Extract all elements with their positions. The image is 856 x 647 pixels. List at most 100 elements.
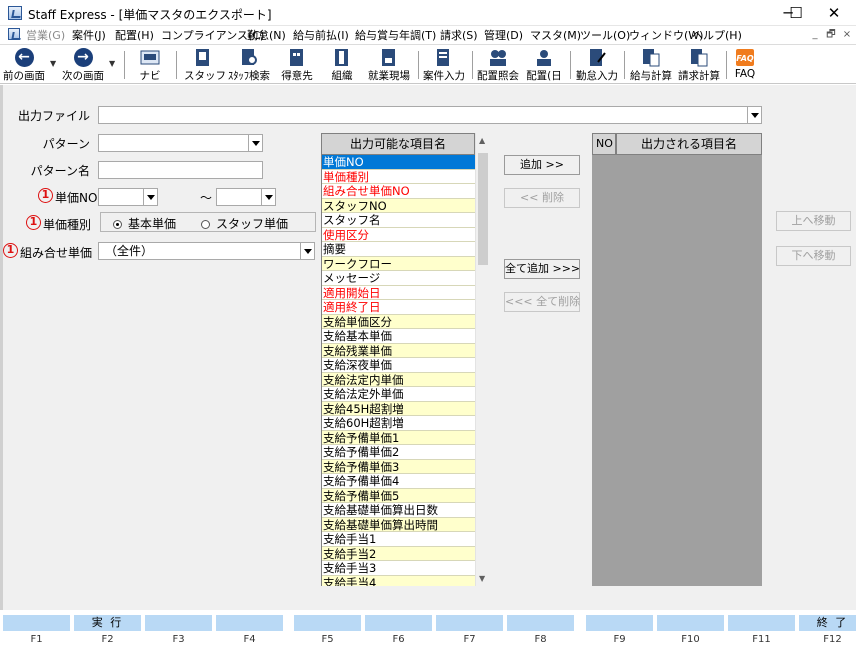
- staff-button[interactable]: スタッフ: [184, 47, 226, 83]
- list-item[interactable]: 支給予備単価5: [322, 488, 475, 503]
- list-item[interactable]: 適用開始日: [322, 286, 475, 300]
- list-item[interactable]: 支給予備単価4: [322, 474, 475, 489]
- fkey-f8-button[interactable]: [506, 614, 575, 632]
- chevron-down-icon[interactable]: [248, 135, 262, 151]
- list-item[interactable]: 支給深夜単価: [322, 358, 475, 373]
- chevron-down-icon[interactable]: [300, 243, 314, 259]
- mdi-document-icon[interactable]: [8, 28, 20, 40]
- fkey-f2-button[interactable]: 実 行: [73, 614, 142, 632]
- list-item[interactable]: 支給基礎単価算出日数: [322, 503, 475, 518]
- fkey-f5-button[interactable]: [293, 614, 362, 632]
- menu-advance-pay[interactable]: 給与前払(I): [293, 27, 349, 43]
- menu-case[interactable]: 案件(J): [72, 27, 106, 43]
- menu-admin[interactable]: 管理(D): [484, 27, 523, 43]
- prev-screen-button[interactable]: ← 前の画面: [2, 47, 46, 83]
- list-item[interactable]: 摘要: [322, 242, 475, 257]
- navi-button[interactable]: ナビ: [132, 47, 168, 83]
- close-button[interactable]: ✕: [812, 0, 856, 26]
- menu-sales[interactable]: 営業(G): [26, 27, 65, 43]
- fkey-f7-button[interactable]: [435, 614, 504, 632]
- client-button[interactable]: 得意先: [278, 47, 316, 83]
- list-item[interactable]: メッセージ: [322, 271, 475, 286]
- payroll-calc-button[interactable]: 給与計算: [628, 47, 674, 83]
- billing-calc-button[interactable]: 請求計算: [676, 47, 722, 83]
- organization-button[interactable]: 組織: [324, 47, 360, 83]
- fkey-f9-button[interactable]: [585, 614, 654, 632]
- move-down-button[interactable]: 下へ移動: [776, 246, 851, 266]
- assign-inquiry-button[interactable]: 配置照会: [476, 47, 520, 83]
- radio-basic-unit[interactable]: 基本単価: [113, 215, 176, 232]
- next-dropdown-icon[interactable]: ▼: [109, 59, 115, 68]
- list-item[interactable]: 支給単価区分: [322, 314, 475, 329]
- unit-no-from-combo[interactable]: [98, 188, 158, 206]
- list-item[interactable]: 組み合せ単価NO: [322, 184, 475, 199]
- list-item[interactable]: ワークフロー: [322, 256, 475, 271]
- add-button[interactable]: 追加 >>: [504, 155, 580, 175]
- list-item[interactable]: 支給60H超割増: [322, 416, 475, 431]
- chevron-down-icon[interactable]: [747, 107, 761, 123]
- radio-staff-unit[interactable]: スタッフ単価: [201, 215, 288, 232]
- menu-attendance[interactable]: 勤怠(N): [247, 27, 286, 43]
- list-item[interactable]: 適用終了日: [322, 300, 475, 315]
- mdi-restore-button[interactable]: 🗗: [824, 29, 838, 42]
- faq-button[interactable]: FAQ FAQ: [730, 47, 760, 83]
- mdi-minimize-button[interactable]: _: [808, 29, 822, 42]
- remove-all-button[interactable]: <<< 全て削除: [504, 292, 580, 312]
- staff-search-button[interactable]: ｽﾀｯﾌ検索: [226, 47, 272, 83]
- list-item[interactable]: 支給手当1: [322, 532, 475, 547]
- next-screen-button[interactable]: → 次の画面: [60, 47, 106, 83]
- fkey-f1-button[interactable]: [2, 614, 71, 632]
- output-file-combo[interactable]: [98, 106, 762, 124]
- list-item[interactable]: 支給手当4: [322, 575, 475, 586]
- list-item[interactable]: 単価NO: [322, 155, 475, 170]
- output-items-list[interactable]: [592, 133, 762, 586]
- list-item[interactable]: 支給手当3: [322, 561, 475, 576]
- list-item[interactable]: 支給残業単価: [322, 343, 475, 358]
- case-input-button[interactable]: 案件入力: [422, 47, 466, 83]
- scroll-down-icon[interactable]: ▼: [479, 574, 485, 583]
- pattern-name-input[interactable]: [98, 161, 263, 179]
- list-item[interactable]: 支給手当2: [322, 546, 475, 561]
- menu-payroll[interactable]: 給与賞与年調(T): [355, 27, 436, 43]
- chevron-down-icon[interactable]: [261, 189, 275, 205]
- list-item[interactable]: 支給45H超割増: [322, 401, 475, 416]
- menu-help[interactable]: ヘルプ(H): [692, 27, 742, 43]
- list-item[interactable]: 支給法定内単価: [322, 372, 475, 387]
- unit-no-to-combo[interactable]: [216, 188, 276, 206]
- fkey-f4-button[interactable]: [215, 614, 284, 632]
- attendance-input-button[interactable]: 勤怠入力: [574, 47, 620, 83]
- list-item[interactable]: スタッフNO: [322, 198, 475, 213]
- fkey-f10-button[interactable]: [656, 614, 725, 632]
- list-item[interactable]: 支給予備単価2: [322, 445, 475, 460]
- fkey-f6-button[interactable]: [364, 614, 433, 632]
- pattern-combo[interactable]: [98, 134, 263, 152]
- available-list-header[interactable]: 出力可能な項目名: [321, 133, 475, 155]
- list-item[interactable]: 支給基本単価: [322, 329, 475, 344]
- chevron-down-icon[interactable]: [143, 189, 157, 205]
- assign-day-button[interactable]: 配置(日: [524, 47, 564, 83]
- menu-master[interactable]: マスタ(M): [530, 27, 581, 43]
- mdi-close-button[interactable]: ×: [840, 29, 854, 42]
- move-up-button[interactable]: 上へ移動: [776, 211, 851, 231]
- menu-billing[interactable]: 請求(S): [440, 27, 478, 43]
- scroll-up-icon[interactable]: ▲: [479, 136, 485, 145]
- list-item[interactable]: 支給予備単価3: [322, 459, 475, 474]
- available-items-list[interactable]: 単価NO 単価種別 組み合せ単価NO スタッフNO スタッフ名 使用区分 摘要 ワークフローメ…: [321, 155, 475, 586]
- list-item[interactable]: 支給基礎単価算出時間: [322, 517, 475, 532]
- prev-dropdown-icon[interactable]: ▼: [50, 59, 56, 68]
- available-list-scrollbar[interactable]: ▲ ▼: [475, 133, 490, 586]
- fkey-f3-button[interactable]: [144, 614, 213, 632]
- menu-assign[interactable]: 配置(H): [115, 27, 154, 43]
- scrollbar-thumb[interactable]: [478, 153, 488, 265]
- work-site-button[interactable]: 就業現場: [366, 47, 412, 83]
- remove-button[interactable]: << 削除: [504, 188, 580, 208]
- list-item[interactable]: 支給法定外単価: [322, 387, 475, 402]
- fkey-f11-button[interactable]: [727, 614, 796, 632]
- list-item[interactable]: 使用区分: [322, 228, 475, 242]
- add-all-button[interactable]: 全て追加 >>>: [504, 259, 580, 279]
- fkey-f12-button[interactable]: 終 了: [798, 614, 856, 632]
- list-item[interactable]: 支給予備単価1: [322, 430, 475, 445]
- menu-tools[interactable]: ツール(O): [580, 27, 630, 43]
- list-item[interactable]: スタッフ名: [322, 213, 475, 228]
- combo-unit-select[interactable]: （全件）: [98, 242, 315, 260]
